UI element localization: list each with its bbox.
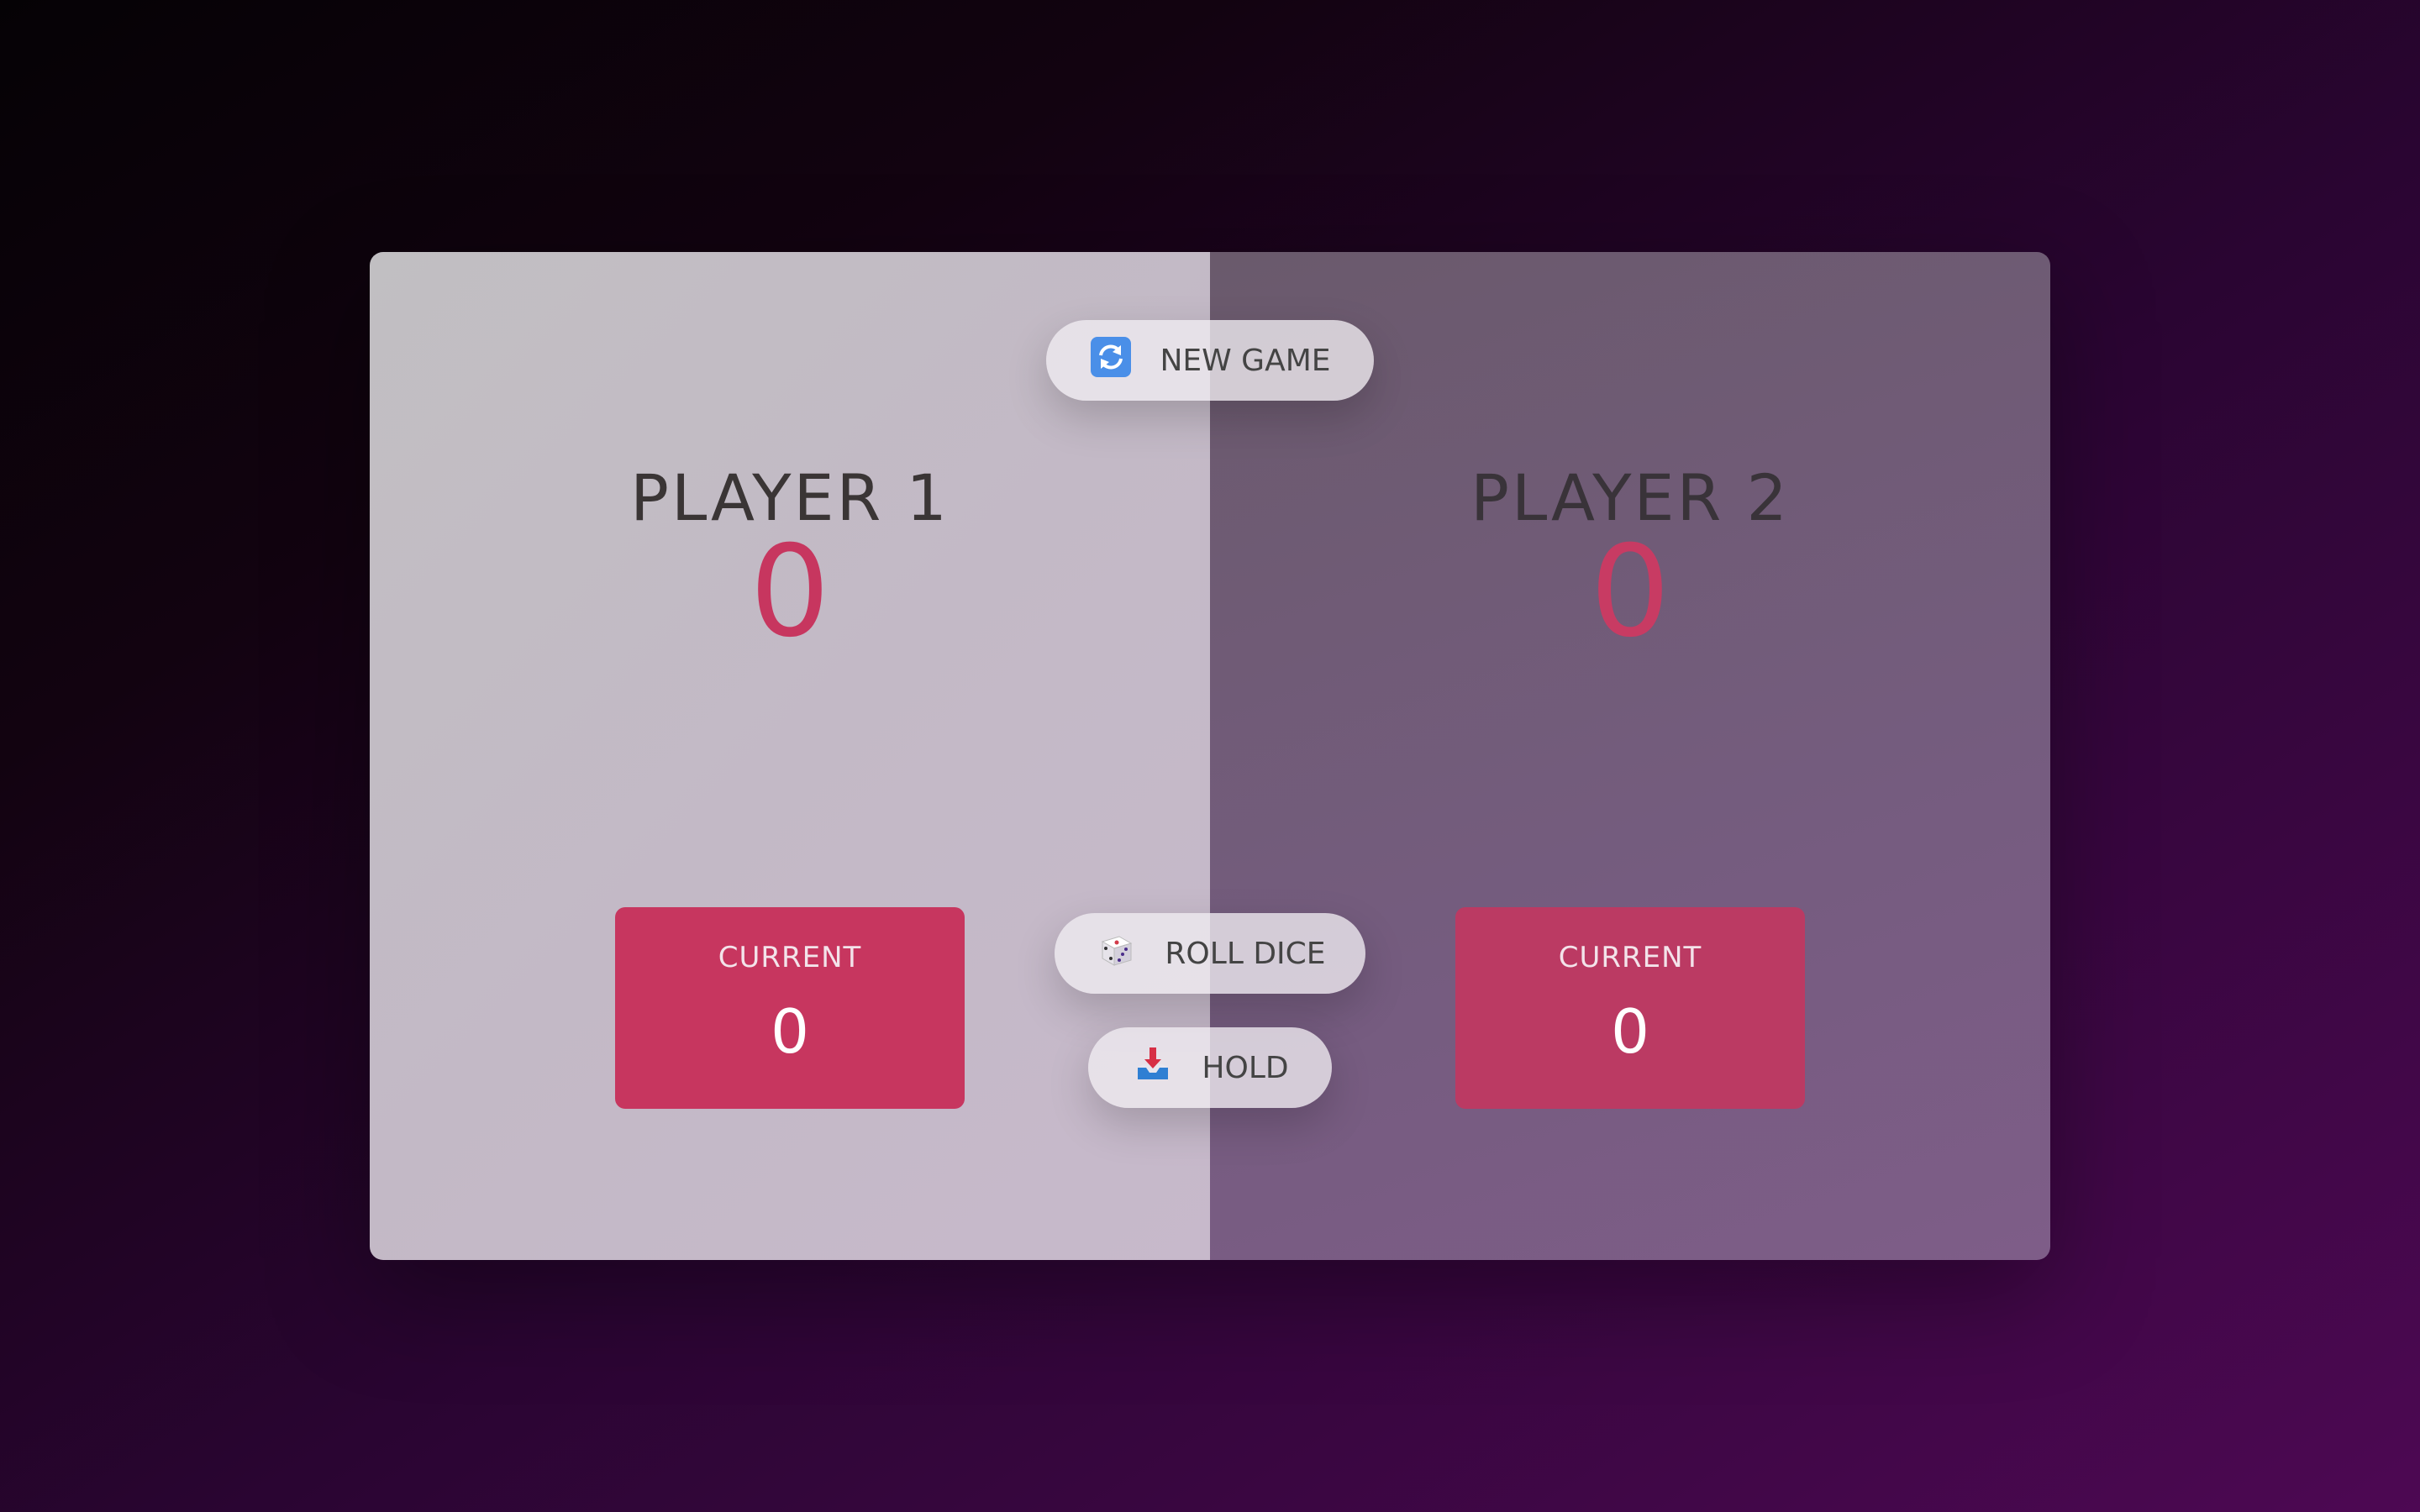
hold-label: HOLD <box>1202 1050 1289 1085</box>
hold-button[interactable]: HOLD <box>1088 1027 1332 1108</box>
game-board: PLAYER 1 0 CURRENT 0 PLAYER 2 0 CURRENT … <box>370 252 2050 1260</box>
player-2-current-label: CURRENT <box>1558 941 1702 974</box>
player-2-current-box: CURRENT 0 <box>1455 907 1805 1109</box>
player-2-panel: PLAYER 2 0 CURRENT 0 <box>1210 252 2050 1260</box>
player-1-total-score: 0 <box>750 519 830 665</box>
inbox-tray-icon <box>1131 1042 1175 1094</box>
new-game-button[interactable]: NEW GAME <box>1046 320 1374 401</box>
player-2-total-score: 0 <box>1590 519 1670 665</box>
dice-icon <box>1094 928 1138 979</box>
refresh-icon <box>1089 335 1133 386</box>
roll-dice-label: ROLL DICE <box>1165 936 1326 971</box>
new-game-label: NEW GAME <box>1160 343 1331 378</box>
player-1-current-box: CURRENT 0 <box>615 907 965 1109</box>
player-1-current-score: 0 <box>771 996 809 1067</box>
player-2-current-score: 0 <box>1611 996 1649 1067</box>
roll-dice-button[interactable]: ROLL DICE <box>1055 913 1365 994</box>
player-1-current-label: CURRENT <box>718 941 862 974</box>
player-1-panel: PLAYER 1 0 CURRENT 0 <box>370 252 1210 1260</box>
